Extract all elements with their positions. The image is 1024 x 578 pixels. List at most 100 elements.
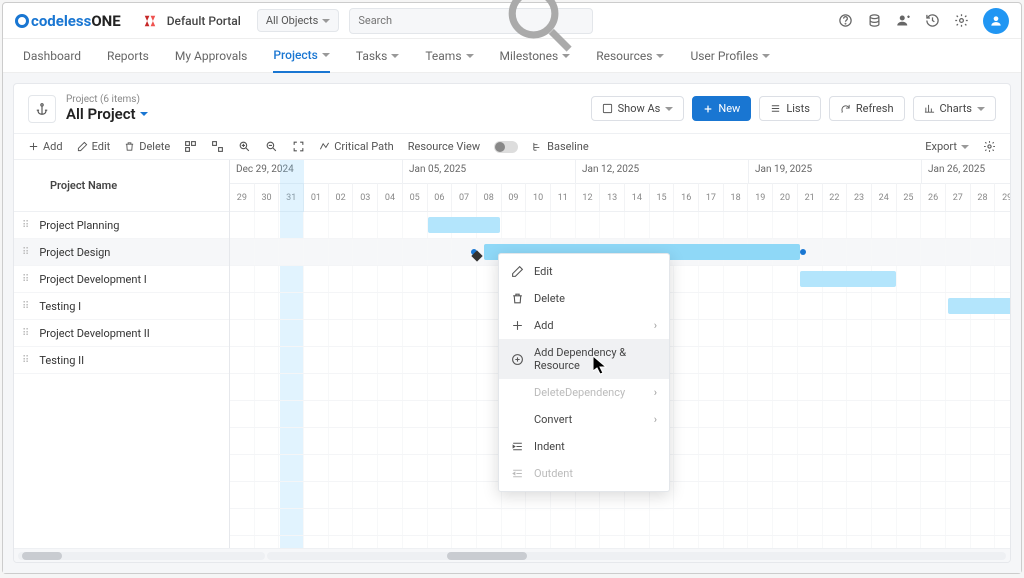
toolbar: Add Edit Delete Critical Path Resource V… — [14, 133, 1010, 160]
menu-item[interactable]: Edit — [499, 258, 669, 285]
resource-view-toggle[interactable]: Resource View — [408, 140, 480, 153]
day-header: 14 — [625, 183, 650, 211]
menu-item[interactable]: Delete — [499, 285, 669, 312]
blank-icon — [511, 386, 524, 399]
portal-selector[interactable]: Default Portal — [167, 14, 241, 28]
zoom-in-icon[interactable] — [238, 140, 251, 153]
search-box[interactable] — [349, 8, 592, 34]
portal-icon — [143, 14, 157, 28]
menu-item[interactable]: Add› — [499, 312, 669, 339]
trash-icon — [511, 292, 524, 305]
table-row[interactable]: ⠿Project Design — [14, 239, 229, 266]
menu-item[interactable]: Add Dependency & Resource — [499, 339, 669, 379]
nav-resources[interactable]: Resources — [596, 39, 664, 73]
showas-button[interactable]: Show As — [591, 96, 685, 121]
day-header: 06 — [428, 183, 453, 211]
day-header: 08 — [477, 183, 502, 211]
user-avatar[interactable] — [983, 8, 1009, 34]
zoom-out-icon[interactable] — [265, 140, 278, 153]
nav-teams[interactable]: Teams — [425, 39, 473, 73]
table-row[interactable]: ⠿ Project Development II — [14, 320, 229, 347]
add-button[interactable]: Add — [28, 140, 63, 153]
menu-item[interactable]: Indent — [499, 433, 669, 460]
delete-button[interactable]: Delete — [124, 140, 170, 153]
drag-grip-icon[interactable]: ⠿ — [22, 355, 27, 366]
brand-text1: codeless — [31, 12, 91, 30]
export-button[interactable]: Export — [925, 140, 969, 153]
blank-icon — [511, 413, 524, 426]
day-header: 16 — [674, 183, 699, 211]
fit-icon[interactable] — [292, 140, 305, 153]
nav-dashboard[interactable]: Dashboard — [23, 39, 81, 73]
search-input[interactable] — [358, 14, 498, 27]
collapse-icon[interactable] — [184, 140, 197, 153]
outdent-icon — [511, 467, 524, 480]
object-selector[interactable]: All Objects — [257, 9, 340, 32]
drag-grip-icon[interactable]: ⠿ — [22, 220, 27, 231]
week-header: Jan 19, 2025 — [749, 160, 922, 183]
page-title[interactable]: All Project — [66, 105, 148, 123]
day-header: 29 — [230, 183, 255, 211]
resource-toggle-switch[interactable] — [494, 141, 518, 153]
anchor-icon[interactable] — [28, 95, 56, 123]
nav-userprofiles[interactable]: User Profiles — [690, 39, 770, 73]
nav-tasks[interactable]: Tasks — [356, 39, 400, 73]
day-header: 28 — [971, 183, 996, 211]
chevron-right-icon: › — [654, 386, 657, 399]
nav-reports[interactable]: Reports — [107, 39, 149, 73]
gantt-row[interactable] — [230, 212, 1010, 239]
menu-item[interactable]: Convert› — [499, 406, 669, 433]
day-header: 24 — [872, 183, 897, 211]
drag-grip-icon[interactable]: ⠿ — [22, 247, 27, 258]
refresh-button[interactable]: Refresh — [829, 96, 905, 121]
drag-grip-icon[interactable]: ⠿ — [22, 328, 27, 339]
page-crumb: Project (6 items) — [66, 94, 148, 105]
edit-button[interactable]: Edit — [77, 140, 111, 153]
settings-icon[interactable] — [983, 140, 996, 153]
logo-mark-icon — [15, 14, 29, 28]
expand-icon[interactable] — [211, 140, 224, 153]
bar-handle[interactable] — [800, 249, 806, 255]
nav-milestones[interactable]: Milestones — [500, 39, 571, 73]
day-header: 01 — [304, 183, 329, 211]
task-bar-test1[interactable] — [948, 298, 1010, 314]
baseline-button[interactable]: Baseline — [532, 140, 589, 153]
navbar: Dashboard Reports My Approvals Projects … — [3, 39, 1021, 73]
help-icon[interactable] — [838, 13, 853, 28]
day-header: 11 — [551, 183, 576, 211]
day-header: 19 — [748, 183, 773, 211]
day-header: 04 — [378, 183, 403, 211]
gear-icon[interactable] — [954, 13, 969, 28]
nav-projects[interactable]: Projects — [273, 39, 329, 73]
circle-plus-icon — [511, 353, 524, 366]
table-row[interactable]: ⠿Project Development I — [14, 266, 229, 293]
history-icon[interactable] — [925, 13, 940, 28]
drag-grip-icon[interactable]: ⠿ — [22, 274, 27, 285]
user-add-icon[interactable] — [896, 13, 911, 28]
hscroll[interactable] — [14, 548, 1010, 562]
task-bar-dev1[interactable] — [800, 271, 896, 287]
nav-approvals[interactable]: My Approvals — [175, 39, 248, 73]
top-icons — [838, 8, 1009, 34]
day-header: 07 — [452, 183, 477, 211]
drag-grip-icon[interactable]: ⠿ — [22, 301, 27, 312]
hscroll-thumb-left[interactable] — [22, 552, 62, 560]
caret-down-icon — [322, 19, 330, 23]
topbar: codelessONE Default Portal All Objects — [3, 3, 1021, 39]
project-name: Project Development II — [39, 327, 149, 340]
new-button[interactable]: New — [692, 96, 751, 121]
table-row[interactable]: ⠿Project Planning — [14, 212, 229, 239]
task-bar-planning[interactable] — [428, 217, 500, 233]
column-header: Project Name — [14, 160, 229, 212]
day-header: 12 — [576, 183, 601, 211]
week-header: Jan 12, 2025 — [576, 160, 749, 183]
hscroll-thumb-right[interactable] — [447, 552, 527, 560]
table-row[interactable]: ⠿Testing II — [14, 347, 229, 374]
day-header: 30 — [255, 183, 280, 211]
table-row[interactable]: ⠿Testing I — [14, 293, 229, 320]
data-icon[interactable] — [867, 13, 882, 28]
charts-button[interactable]: Charts — [913, 96, 996, 121]
day-header: 17 — [699, 183, 724, 211]
critical-path-button[interactable]: Critical Path — [319, 140, 394, 153]
lists-button[interactable]: Lists — [759, 96, 821, 121]
